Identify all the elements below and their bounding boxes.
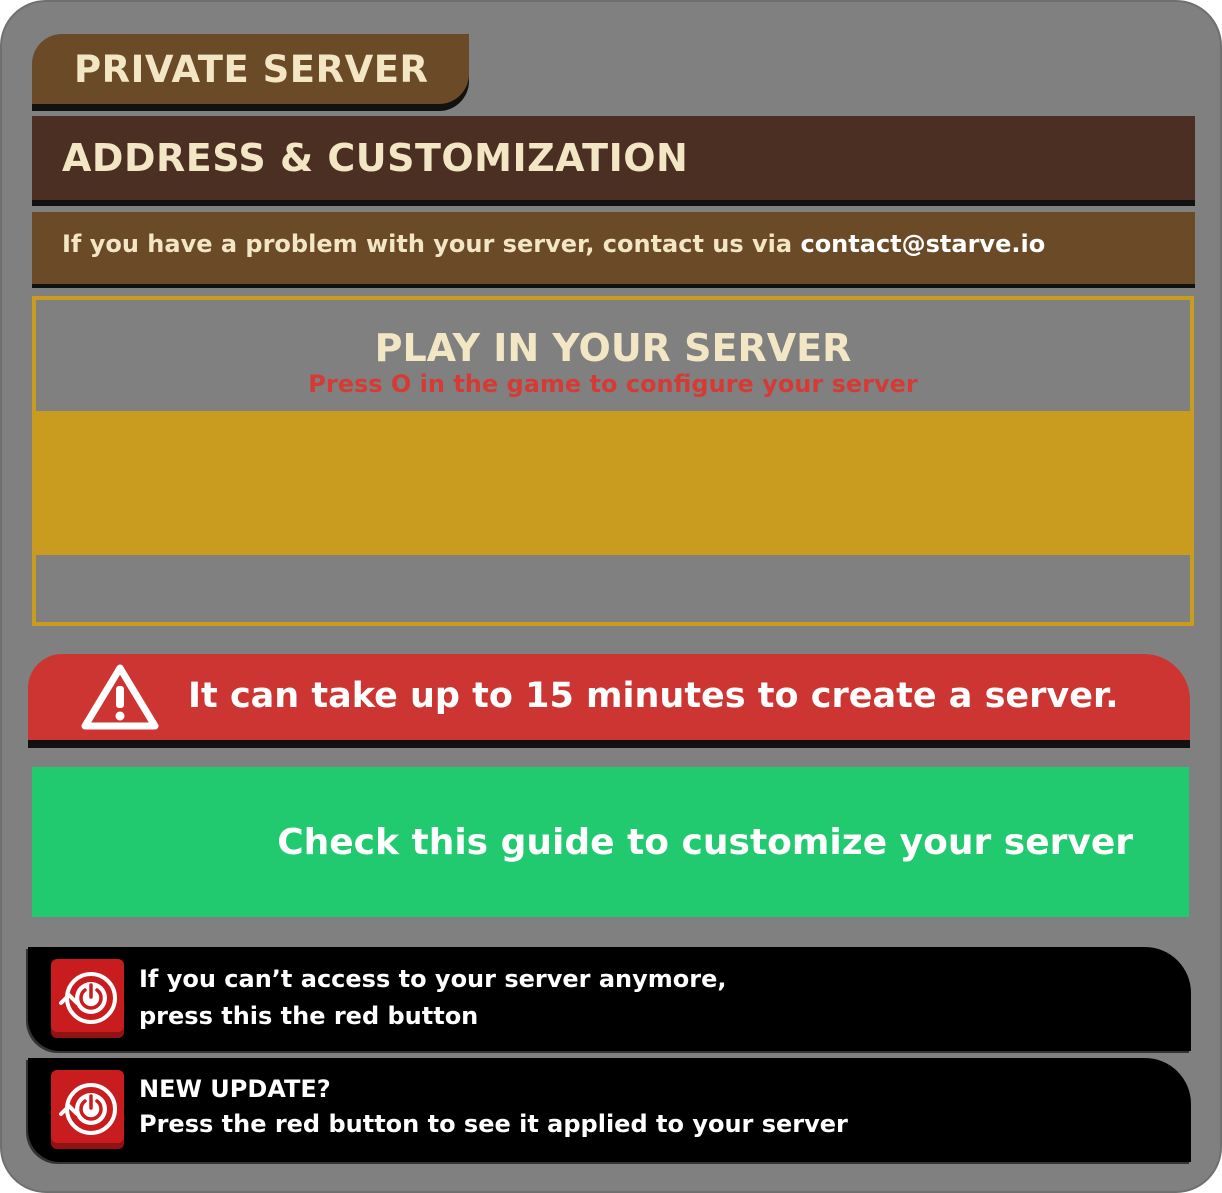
reset-row-line-1: If you can’t access to your server anymo… [139, 965, 727, 993]
private-server-panel: PRIVATE SERVER ADDRESS & CUSTOMIZATION I… [0, 0, 1222, 1193]
guide-label: Check this guide to customize your serve… [277, 822, 1133, 863]
reset-row-line-2: press this the red button [139, 1002, 479, 1030]
warning-banner: It can take up to 15 minutes to create a… [28, 654, 1190, 740]
update-row-line-1: NEW UPDATE? [139, 1075, 331, 1103]
contact-email-link[interactable]: contact@starve.io [800, 230, 1045, 258]
address-header: ADDRESS & CUSTOMIZATION [32, 116, 1195, 200]
power-restart-icon [59, 972, 117, 1024]
panel-tab: PRIVATE SERVER [32, 34, 469, 104]
contact-text: If you have a problem with your server, … [62, 230, 1045, 258]
address-title: ADDRESS & CUSTOMIZATION [62, 136, 689, 180]
play-server-button[interactable] [32, 411, 1194, 555]
update-row-line-2: Press the red button to see it applied t… [139, 1110, 848, 1138]
guide-button[interactable]: Check this guide to customize your serve… [32, 767, 1189, 917]
reset-server-button[interactable] [51, 959, 124, 1038]
update-row: NEW UPDATE? Press the red button to see … [28, 1058, 1191, 1162]
warning-text: It can take up to 15 minutes to create a… [188, 676, 1119, 716]
play-title: PLAY IN YOUR SERVER [374, 326, 852, 370]
play-server-box: PLAY IN YOUR SERVER Press O in the game … [32, 296, 1194, 626]
power-restart-icon [59, 1083, 117, 1135]
contact-message: If you have a problem with your server, … [62, 230, 801, 258]
play-subtitle: Press O in the game to configure your se… [308, 370, 918, 398]
reset-access-row: If you can’t access to your server anymo… [28, 947, 1191, 1051]
warning-triangle-icon [81, 664, 159, 730]
contact-bar: If you have a problem with your server, … [32, 212, 1195, 284]
apply-update-button[interactable] [51, 1070, 124, 1149]
panel-title: PRIVATE SERVER [74, 48, 429, 91]
